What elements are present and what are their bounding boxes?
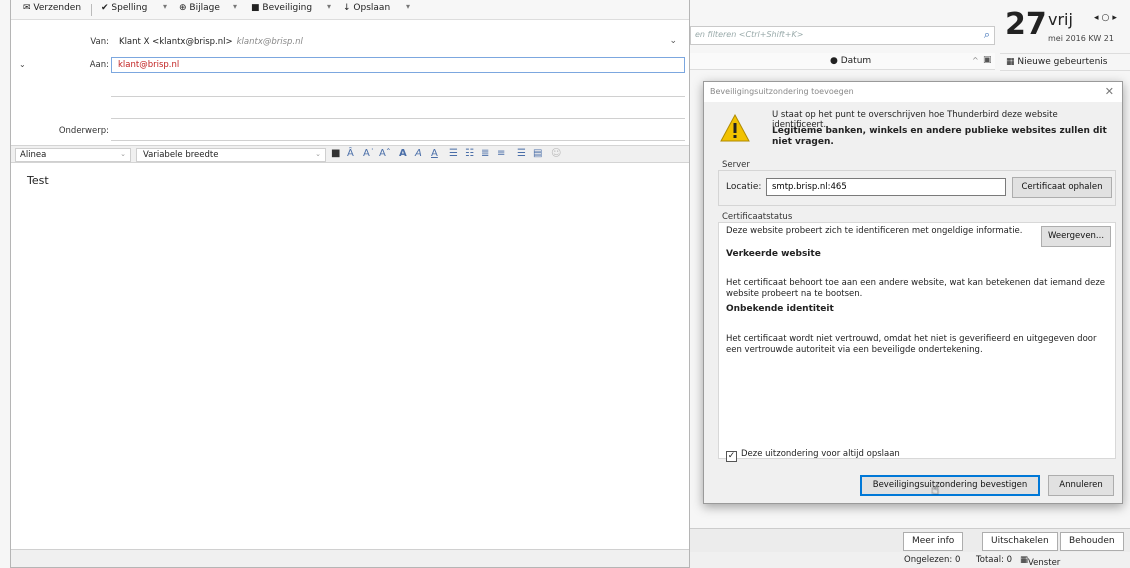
today-month-week: mei 2016 KW 21 xyxy=(1048,34,1114,43)
insert-icon[interactable]: ▤ xyxy=(533,148,542,159)
security-exception-dialog: Beveiligingsuitzondering toevoegen ✕ U s… xyxy=(703,81,1123,504)
numbered-list-icon[interactable]: ☷ xyxy=(465,148,474,159)
font-select[interactable]: Variabele breedte ⌄ xyxy=(136,148,326,162)
extra-recipient-row[interactable] xyxy=(11,77,689,99)
compose-window: ✉ Verzenden ✔ Spelling ▾ ⊕ Bijlage ▾ ■ B… xyxy=(10,0,690,568)
from-select[interactable]: Klant X <klantx@brisp.nl> klantx@brisp.nl xyxy=(119,37,303,47)
view-button[interactable]: Weergeven... xyxy=(1041,226,1111,247)
emoji-icon[interactable]: ☺ xyxy=(551,148,561,159)
download-icon: ↓ xyxy=(343,3,351,13)
warning-bold-text: Legitieme banken, winkels en andere publ… xyxy=(772,126,1107,147)
compose-statusbar xyxy=(11,549,689,567)
today-day-number: 27 xyxy=(1005,7,1047,42)
italic-icon[interactable]: A xyxy=(415,148,422,159)
from-dropdown-icon[interactable]: ⌄ xyxy=(669,36,677,46)
to-label: Aan: xyxy=(89,60,109,70)
permanent-exception-label: Deze uitzondering voor altijd opslaan xyxy=(741,449,900,459)
attachment-dropdown-icon[interactable]: ▾ xyxy=(233,2,237,11)
sort-arrow-icon: ^ xyxy=(972,56,979,65)
spelling-dropdown-icon[interactable]: ▾ xyxy=(163,2,167,11)
outdent-icon[interactable]: ≣ xyxy=(481,148,489,159)
server-group-label: Server xyxy=(722,160,750,170)
cert-status-text: Deze website probeert zich te identifice… xyxy=(726,226,1023,236)
format-toolbar: Alinea ⌄ Variabele breedte ⌄ ■ Â A˙ Aˆ A … xyxy=(11,145,689,163)
bullet-list-icon[interactable]: ☰ xyxy=(449,148,458,159)
send-button[interactable]: ✉ Verzenden xyxy=(23,3,81,13)
new-event-button[interactable]: ▦ Nieuwe gebeurtenis xyxy=(1000,53,1130,71)
toolbar-separator xyxy=(91,4,92,16)
attachment-button[interactable]: ⊕ Bijlage xyxy=(179,3,220,13)
total-count: Totaal: 0 xyxy=(976,555,1013,565)
mouse-cursor-icon: ☝ xyxy=(931,482,940,498)
message-body[interactable]: Test xyxy=(11,164,689,549)
subject-label: Onderwerp: xyxy=(58,126,109,136)
quick-filter-search[interactable]: en filteren <Ctrl+Shift+K> ⌕ xyxy=(690,26,995,45)
dialog-title: Beveiligingsuitzondering toevoegen xyxy=(710,87,854,96)
from-row: Van: Klant X <klantx@brisp.nl> klantx@bri… xyxy=(11,32,689,54)
underline-icon[interactable]: A xyxy=(431,148,438,159)
to-row: ⌄ Aan: klant@brisp.nl xyxy=(11,55,689,77)
save-dropdown-icon[interactable]: ▾ xyxy=(406,2,410,11)
to-address-input[interactable]: klant@brisp.nl xyxy=(111,57,685,73)
message-list-header: ● Datum ^ ▣ xyxy=(690,53,995,70)
get-certificate-button[interactable]: Certificaat ophalen xyxy=(1012,177,1112,198)
disable-button[interactable]: Uitschakelen xyxy=(982,532,1058,551)
save-button[interactable]: ↓ Opslaan xyxy=(343,3,390,13)
subject-input[interactable] xyxy=(111,140,685,141)
align-icon[interactable]: ☰ xyxy=(517,148,526,159)
confirm-exception-button[interactable]: Beveiligingsuitzondering bevestigen xyxy=(860,475,1040,496)
close-icon[interactable]: ✕ xyxy=(1105,85,1114,98)
security-button[interactable]: ■ Beveiliging xyxy=(251,3,312,13)
text-color-icon[interactable]: ■ xyxy=(331,148,340,159)
warning-icon xyxy=(720,114,750,142)
cert-status-label: Certificaatstatus xyxy=(722,212,793,222)
permanent-exception-checkbox[interactable]: ✓ Deze uitzondering voor altijd opslaan xyxy=(726,449,900,462)
column-date[interactable]: ● Datum xyxy=(830,56,871,66)
location-label: Locatie: xyxy=(726,182,762,192)
send-icon: ✉ xyxy=(23,3,31,13)
notification-bar: Meer info Uitschakelen Behouden xyxy=(690,528,1130,552)
indent-icon[interactable]: ≡ xyxy=(497,148,505,159)
unknown-identity-text: Het certificaat wordt niet vertrouwd, om… xyxy=(726,334,1097,355)
body-text: Test xyxy=(27,174,49,187)
search-icon: ⌕ xyxy=(983,28,990,41)
larger-font-icon[interactable]: Aˆ xyxy=(379,148,391,159)
checkbox-checked-icon[interactable]: ✓ xyxy=(726,451,737,462)
chevron-down-icon[interactable]: ⌄ xyxy=(19,60,26,69)
security-dropdown-icon[interactable]: ▾ xyxy=(327,2,331,11)
unread-count: Ongelezen: 0 xyxy=(904,555,961,565)
subject-row: Onderwerp: xyxy=(11,121,689,143)
unknown-identity-title: Onbekende identiteit xyxy=(726,304,834,314)
font-size-icon[interactable]: Â xyxy=(347,148,354,159)
today-nav-arrows[interactable]: ◂○▸ xyxy=(1094,13,1120,23)
today-day-name: vrij xyxy=(1048,10,1073,29)
bold-icon[interactable]: A xyxy=(399,148,407,159)
cancel-button[interactable]: Annuleren xyxy=(1048,475,1114,496)
paperclip-icon: ⊕ xyxy=(179,3,187,13)
search-placeholder: en filteren <Ctrl+Shift+K> xyxy=(695,30,804,39)
main-statusbar: Ongelezen: 0 Totaal: 0 ▦ Venster Vandaag xyxy=(690,552,1130,568)
extra-recipient-row[interactable] xyxy=(11,99,689,121)
wrong-site-text: Het certificaat behoort toe aan een ande… xyxy=(726,278,1106,299)
paragraph-style-select[interactable]: Alinea ⌄ xyxy=(15,148,131,162)
wrong-site-title: Verkeerde website xyxy=(726,249,821,259)
location-input[interactable] xyxy=(766,178,1006,196)
lock-icon: ■ xyxy=(251,3,260,13)
check-icon: ✔ xyxy=(101,3,109,13)
more-info-button[interactable]: Meer info xyxy=(903,532,964,551)
smaller-font-icon[interactable]: A˙ xyxy=(363,148,375,159)
from-label: Van: xyxy=(90,37,109,47)
keep-button[interactable]: Behouden xyxy=(1060,532,1124,551)
today-pane-toggle[interactable]: ▦ Venster Vandaag xyxy=(1020,555,1060,568)
compose-toolbar: ✉ Verzenden ✔ Spelling ▾ ⊕ Bijlage ▾ ■ B… xyxy=(11,0,689,20)
dialog-titlebar: Beveiligingsuitzondering toevoegen ✕ xyxy=(704,82,1122,102)
spelling-button[interactable]: ✔ Spelling xyxy=(101,3,147,13)
column-picker-icon[interactable]: ▣ xyxy=(983,55,992,65)
